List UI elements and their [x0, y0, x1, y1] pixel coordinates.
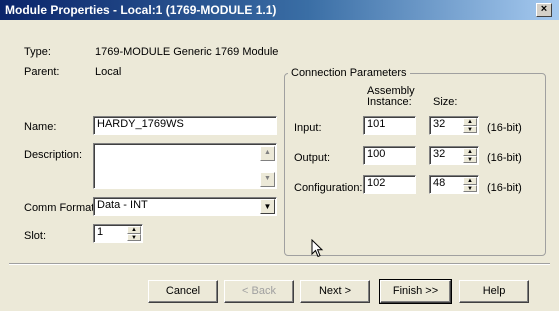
finish-button[interactable]: Finish >>	[379, 279, 452, 304]
next-button[interactable]: Next >	[300, 280, 370, 303]
name-label: Name:	[24, 121, 57, 133]
parent-value: Local	[95, 66, 122, 78]
output-label: Output:	[294, 152, 331, 164]
input-label: Input:	[294, 122, 322, 134]
spin-down-icon[interactable]: ▼	[463, 125, 477, 133]
name-field[interactable]: HARDY_1769WS	[93, 116, 277, 135]
scroll-up-icon: ▲	[264, 149, 271, 156]
type-label: Type:	[24, 46, 51, 58]
spin-down-icon[interactable]: ▼	[463, 184, 477, 192]
configuration-size-spinner[interactable]: ▲ ▼	[463, 177, 477, 192]
input-size-unit: (16-bit)	[487, 122, 522, 134]
back-button[interactable]: < Back	[224, 280, 294, 303]
configuration-label: Configuration:	[294, 182, 363, 194]
description-scroll-up-button[interactable]: ▲	[260, 146, 275, 161]
description-field[interactable]	[93, 143, 277, 189]
spin-up-icon[interactable]: ▲	[463, 118, 477, 126]
mouse-pointer-icon	[311, 239, 324, 258]
divider-highlight	[9, 264, 550, 265]
help-button[interactable]: Help	[459, 280, 529, 303]
configuration-instance-field[interactable]: 102	[363, 175, 416, 194]
spin-up-icon[interactable]: ▲	[127, 226, 141, 234]
comm-format-dropdown-button[interactable]: ▼	[260, 199, 275, 214]
spin-down-icon[interactable]: ▼	[127, 233, 141, 241]
cancel-button[interactable]: Cancel	[148, 280, 218, 303]
parent-label: Parent:	[24, 66, 60, 78]
window-title: Module Properties - Local:1 (1769-MODULE…	[5, 3, 277, 17]
output-size-unit: (16-bit)	[487, 152, 522, 164]
assembly-header-line2: Instance:	[367, 96, 412, 108]
input-instance-field[interactable]: 101	[363, 116, 416, 135]
slot-label: Slot:	[24, 230, 47, 242]
close-icon: ×	[540, 3, 548, 15]
output-instance-field[interactable]: 100	[363, 146, 416, 165]
close-button[interactable]: ×	[536, 3, 552, 17]
spin-up-icon[interactable]: ▲	[463, 148, 477, 156]
input-size-spinner[interactable]: ▲ ▼	[463, 118, 477, 133]
description-scroll-down-button[interactable]: ▼	[260, 172, 275, 187]
spin-up-icon[interactable]: ▲	[463, 177, 477, 185]
connection-parameters-title: Connection Parameters	[288, 67, 410, 79]
scroll-down-icon: ▼	[264, 175, 271, 182]
comm-format-label: Comm Format:	[24, 202, 98, 214]
chevron-down-icon: ▼	[263, 202, 272, 211]
output-size-spinner[interactable]: ▲ ▼	[463, 148, 477, 163]
comm-format-select[interactable]: Data - INT	[93, 197, 277, 216]
type-value: 1769-MODULE Generic 1769 Module	[95, 46, 279, 58]
description-label: Description:	[24, 149, 83, 161]
title-bar: Module Properties - Local:1 (1769-MODULE…	[0, 0, 559, 20]
spin-down-icon[interactable]: ▼	[463, 155, 477, 163]
slot-spinner[interactable]: ▲ ▼	[127, 226, 141, 241]
configuration-size-unit: (16-bit)	[487, 182, 522, 194]
size-header: Size:	[433, 96, 458, 108]
